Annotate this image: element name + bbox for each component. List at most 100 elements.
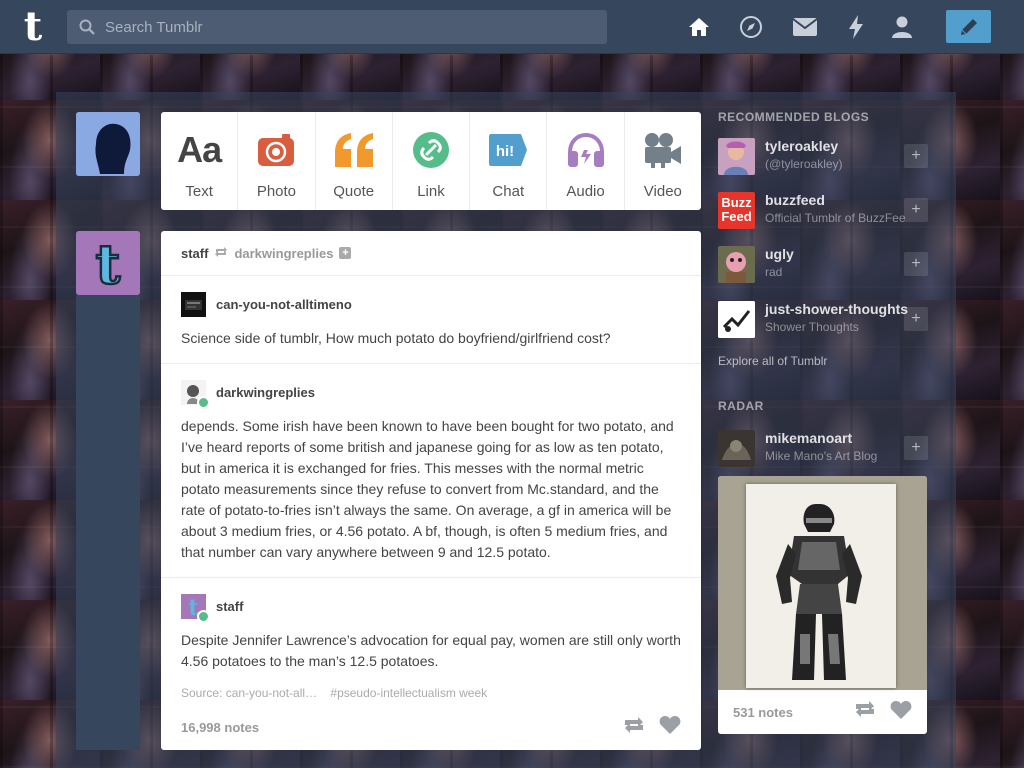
reblog-icon[interactable] bbox=[623, 716, 645, 739]
compose-button[interactable] bbox=[946, 10, 991, 43]
post-type-label: Text bbox=[185, 183, 213, 200]
post-author-link[interactable]: staff bbox=[181, 246, 208, 261]
radar-post-image[interactable] bbox=[718, 476, 927, 690]
explore-all-link[interactable]: Explore all of Tumblr bbox=[718, 354, 827, 368]
silhouette-avatar-image bbox=[76, 112, 140, 176]
blog-avatar bbox=[718, 301, 755, 338]
reblog-badge-icon bbox=[197, 609, 210, 623]
post-type-video[interactable]: Video bbox=[625, 112, 701, 210]
text-icon: Aa bbox=[177, 129, 222, 170]
thread-author-name[interactable]: staff bbox=[216, 599, 243, 614]
blog-name: mikemanoart bbox=[765, 430, 853, 446]
post-type-link[interactable]: Link bbox=[393, 112, 471, 210]
chat-bubble-icon: hi! bbox=[488, 130, 528, 170]
explore-compass-icon[interactable] bbox=[737, 13, 765, 41]
recommended-blog-item[interactable]: tyleroakley (@tyleroakley) + bbox=[718, 138, 928, 178]
thread-body-text: depends. Some irish have been known to h… bbox=[181, 418, 674, 560]
home-icon[interactable] bbox=[685, 13, 713, 41]
headphones-icon bbox=[566, 130, 606, 170]
blog-subtitle: Shower Thoughts bbox=[765, 320, 859, 334]
blog-name: just-shower-thoughts bbox=[765, 301, 909, 317]
post-source-link[interactable]: Source: can-you-not-all… bbox=[181, 686, 317, 700]
post-type-photo[interactable]: Photo bbox=[238, 112, 316, 210]
tumblr-staff-logo: t bbox=[76, 231, 140, 295]
thread-author-name[interactable]: can-you-not-alltimeno bbox=[216, 297, 352, 312]
post-header: staff darkwingreplies + bbox=[161, 231, 701, 276]
follow-plus-icon[interactable]: + bbox=[904, 252, 928, 276]
like-heart-icon[interactable] bbox=[659, 715, 681, 740]
blog-avatar bbox=[718, 246, 755, 283]
inbox-envelope-icon[interactable] bbox=[791, 13, 819, 41]
search-icon bbox=[79, 19, 95, 35]
link-icon bbox=[412, 130, 450, 170]
video-camera-icon bbox=[643, 130, 683, 170]
post-type-text[interactable]: Aa Text bbox=[161, 112, 239, 210]
radar-post-card: 531 notes bbox=[718, 476, 927, 734]
blog-name: tyleroakley bbox=[765, 138, 839, 154]
blog-subtitle: (@tyleroakley) bbox=[765, 157, 843, 171]
activity-lightning-icon[interactable] bbox=[842, 13, 870, 41]
blog-name: ugly bbox=[765, 246, 794, 262]
notes-count[interactable]: 16,998 notes bbox=[181, 720, 259, 735]
follow-plus-icon[interactable]: + bbox=[904, 436, 928, 460]
blog-subtitle: Official Tumblr of BuzzFeed bbox=[765, 211, 905, 225]
staff-avatar[interactable]: t bbox=[76, 231, 140, 295]
tumblr-logo[interactable]: t bbox=[14, 6, 52, 48]
follow-plus-icon[interactable]: + bbox=[904, 307, 928, 331]
post-type-bar: Aa Text Photo Quote Link hi! Chat Audio bbox=[161, 112, 701, 210]
account-person-icon[interactable] bbox=[888, 13, 916, 41]
recommended-blog-item[interactable]: Buzz Feed buzzfeed Official Tumblr of Bu… bbox=[718, 192, 928, 232]
reblog-badge-icon bbox=[197, 395, 210, 409]
follow-plus-icon[interactable]: + bbox=[339, 247, 352, 259]
follow-plus-icon[interactable]: + bbox=[904, 144, 928, 168]
top-navigation-bar: t bbox=[0, 0, 1024, 54]
radar-blog-item[interactable]: mikemanoart Mike Mano's Art Blog + bbox=[718, 430, 928, 470]
camera-icon bbox=[257, 130, 295, 170]
follow-plus-icon[interactable]: + bbox=[904, 198, 928, 222]
quote-icon bbox=[333, 130, 375, 170]
buzzfeed-logo-text: Buzz Feed bbox=[721, 195, 752, 224]
post-type-label: Photo bbox=[256, 183, 297, 200]
post-type-label: Video bbox=[643, 183, 682, 200]
robot-drawing-image bbox=[746, 484, 896, 688]
blog-subtitle: Mike Mano's Art Blog bbox=[765, 449, 878, 463]
post-type-label: Audio bbox=[566, 183, 605, 200]
blog-avatar bbox=[718, 138, 755, 175]
post-type-label: Quote bbox=[333, 183, 375, 200]
user-avatar[interactable] bbox=[76, 112, 140, 176]
thread-avatar[interactable]: t bbox=[181, 593, 210, 623]
post-tag-link[interactable]: #pseudo-intellectualism week bbox=[330, 686, 487, 700]
thread-body-text: Science side of tumblr, How much potato … bbox=[181, 330, 611, 346]
blog-subtitle: rad bbox=[765, 265, 783, 279]
reblog-thread-item: can-you-not-alltimeno Science side of tu… bbox=[161, 276, 701, 364]
reblogged-from-link[interactable]: darkwingreplies bbox=[234, 246, 333, 261]
thread-author-name[interactable]: darkwingreplies bbox=[216, 385, 315, 400]
blog-avatar bbox=[718, 430, 755, 467]
post-type-audio[interactable]: Audio bbox=[547, 112, 625, 210]
recommended-heading: RECOMMENDED BLOGS bbox=[718, 110, 870, 124]
like-heart-icon[interactable] bbox=[890, 700, 912, 725]
post-type-chat[interactable]: hi! Chat bbox=[470, 112, 548, 210]
svg-text:t: t bbox=[96, 232, 121, 295]
search-box[interactable] bbox=[67, 10, 607, 44]
svg-text:hi!: hi! bbox=[496, 143, 514, 160]
dashboard-post: staff darkwingreplies + can-you-not-allt… bbox=[161, 231, 701, 750]
post-type-quote[interactable]: Quote bbox=[316, 112, 393, 210]
post-footer: 16,998 notes bbox=[161, 704, 701, 750]
radar-post-footer: 531 notes bbox=[718, 690, 927, 734]
thread-avatar[interactable] bbox=[181, 379, 210, 409]
post-tags: Source: can-you-not-all… #pseudo-intelle… bbox=[161, 686, 701, 700]
thread-avatar[interactable] bbox=[181, 291, 206, 317]
reblog-small-icon bbox=[214, 246, 228, 261]
post-type-label: Chat bbox=[492, 183, 525, 200]
search-input[interactable] bbox=[105, 10, 595, 44]
pencil-icon bbox=[960, 18, 977, 35]
blog-avatar: Buzz Feed bbox=[718, 192, 755, 229]
recommended-blog-item[interactable]: ugly rad + bbox=[718, 246, 928, 286]
recommended-blog-item[interactable]: just-shower-thoughts Shower Thoughts + bbox=[718, 301, 928, 341]
notes-count[interactable]: 531 notes bbox=[733, 705, 793, 720]
left-rail bbox=[76, 295, 140, 750]
reblog-icon[interactable] bbox=[854, 700, 876, 725]
radar-heading: RADAR bbox=[718, 399, 764, 413]
blog-name: buzzfeed bbox=[765, 192, 825, 208]
